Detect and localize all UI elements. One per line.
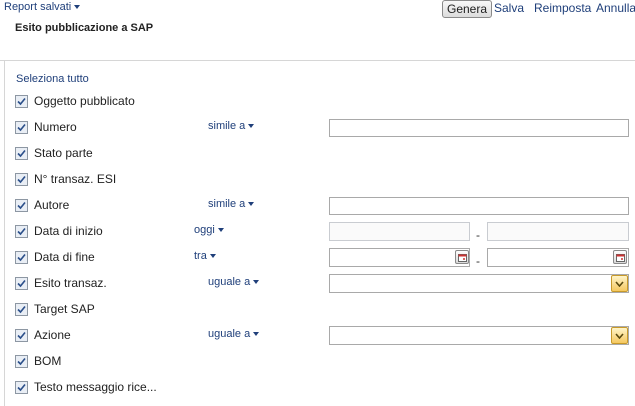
calendar-button-from[interactable] — [455, 250, 469, 264]
field-label-bom: BOM — [34, 354, 62, 368]
checkbox-bom[interactable] — [15, 355, 28, 368]
field-label-autore: Autore — [34, 198, 70, 212]
azione-select[interactable] — [329, 326, 629, 345]
save-button[interactable]: Salva — [494, 1, 524, 15]
checkbox-target-sap[interactable] — [15, 303, 28, 316]
range-separator: - — [476, 228, 480, 242]
calendar-icon — [615, 253, 625, 262]
caret-down-icon — [217, 228, 224, 233]
checkmark-icon — [17, 357, 26, 366]
numero-input[interactable] — [329, 119, 629, 137]
operator-label: simile a — [208, 198, 246, 210]
operator-label: uguale a — [208, 328, 251, 340]
field-label-testo-messaggio: Testo messaggio rice... — [34, 380, 157, 394]
checkmark-icon — [17, 279, 26, 288]
chevron-down-icon — [615, 332, 624, 339]
field-label-n-transaz-esi: N° transaz. ESI — [34, 172, 117, 186]
data-inizio-to-input — [487, 222, 629, 241]
caret-down-icon — [253, 280, 260, 285]
esito-transaz-dropdown-button[interactable] — [611, 275, 628, 292]
checkbox-data-di-inizio[interactable] — [15, 225, 28, 238]
caret-down-icon — [209, 254, 216, 259]
checkmark-icon — [17, 253, 26, 262]
range-separator: - — [476, 254, 480, 268]
field-label-data-di-fine: Data di fine — [34, 250, 95, 264]
checkbox-numero[interactable] — [15, 121, 28, 134]
field-label-azione: Azione — [34, 328, 71, 342]
checkmark-icon — [17, 97, 26, 106]
chevron-down-icon — [615, 280, 624, 287]
checkmark-icon — [17, 175, 26, 184]
operator-menu-data-di-inizio[interactable]: oggi — [194, 224, 224, 236]
operator-menu-data-di-fine[interactable]: tra — [194, 250, 216, 262]
saved-reports-menu[interactable]: Report salvati — [4, 1, 81, 13]
field-label-numero: Numero — [34, 120, 77, 134]
data-fine-to-input[interactable] — [487, 248, 629, 267]
checkbox-oggetto-pubblicato[interactable] — [15, 95, 28, 108]
page-title: Esito pubblicazione a SAP — [15, 22, 154, 34]
data-fine-from-input[interactable] — [329, 248, 470, 267]
checkbox-esito-transaz[interactable] — [15, 277, 28, 290]
checkbox-autore[interactable] — [15, 199, 28, 212]
panel-left-border — [4, 60, 5, 406]
esito-transaz-select[interactable] — [329, 274, 629, 293]
reset-button[interactable]: Reimposta — [534, 1, 591, 15]
checkmark-icon — [17, 383, 26, 392]
caret-down-icon — [74, 5, 81, 10]
operator-menu-numero[interactable]: simile a — [208, 120, 255, 132]
checkmark-icon — [17, 123, 26, 132]
checkmark-icon — [17, 227, 26, 236]
azione-dropdown-button[interactable] — [611, 327, 628, 344]
checkbox-stato-parte[interactable] — [15, 147, 28, 160]
calendar-button-to[interactable] — [613, 250, 627, 264]
select-all-link[interactable]: Seleziona tutto — [16, 73, 89, 85]
checkmark-icon — [17, 305, 26, 314]
checkmark-icon — [17, 149, 26, 158]
generate-button[interactable]: Genera — [442, 0, 493, 18]
caret-down-icon — [248, 124, 255, 129]
operator-menu-esito-transaz[interactable]: uguale a — [208, 276, 260, 288]
operator-menu-azione[interactable]: uguale a — [208, 328, 260, 340]
operator-label: uguale a — [208, 276, 251, 288]
header-divider — [0, 60, 635, 61]
checkbox-testo-messaggio[interactable] — [15, 381, 28, 394]
checkmark-icon — [17, 331, 26, 340]
checkbox-data-di-fine[interactable] — [15, 251, 28, 264]
operator-label: oggi — [194, 224, 215, 236]
field-label-stato-parte: Stato parte — [34, 146, 93, 160]
checkmark-icon — [17, 201, 26, 210]
checkbox-azione[interactable] — [15, 329, 28, 342]
cancel-button[interactable]: Annulla — [596, 1, 635, 15]
field-label-esito-transaz: Esito transaz. — [34, 276, 107, 290]
caret-down-icon — [248, 202, 255, 207]
calendar-icon — [457, 253, 467, 262]
caret-down-icon — [253, 332, 260, 337]
operator-label: tra — [194, 250, 207, 262]
data-inizio-from-input — [329, 222, 470, 241]
saved-reports-label: Report salvati — [4, 1, 72, 13]
field-label-oggetto-pubblicato: Oggetto pubblicato — [34, 94, 135, 108]
operator-menu-autore[interactable]: simile a — [208, 198, 255, 210]
field-label-target-sap: Target SAP — [34, 302, 95, 316]
autore-input[interactable] — [329, 197, 629, 215]
operator-label: simile a — [208, 120, 246, 132]
checkbox-n-transaz-esi[interactable] — [15, 173, 28, 186]
field-label-data-di-inizio: Data di inizio — [34, 224, 103, 238]
